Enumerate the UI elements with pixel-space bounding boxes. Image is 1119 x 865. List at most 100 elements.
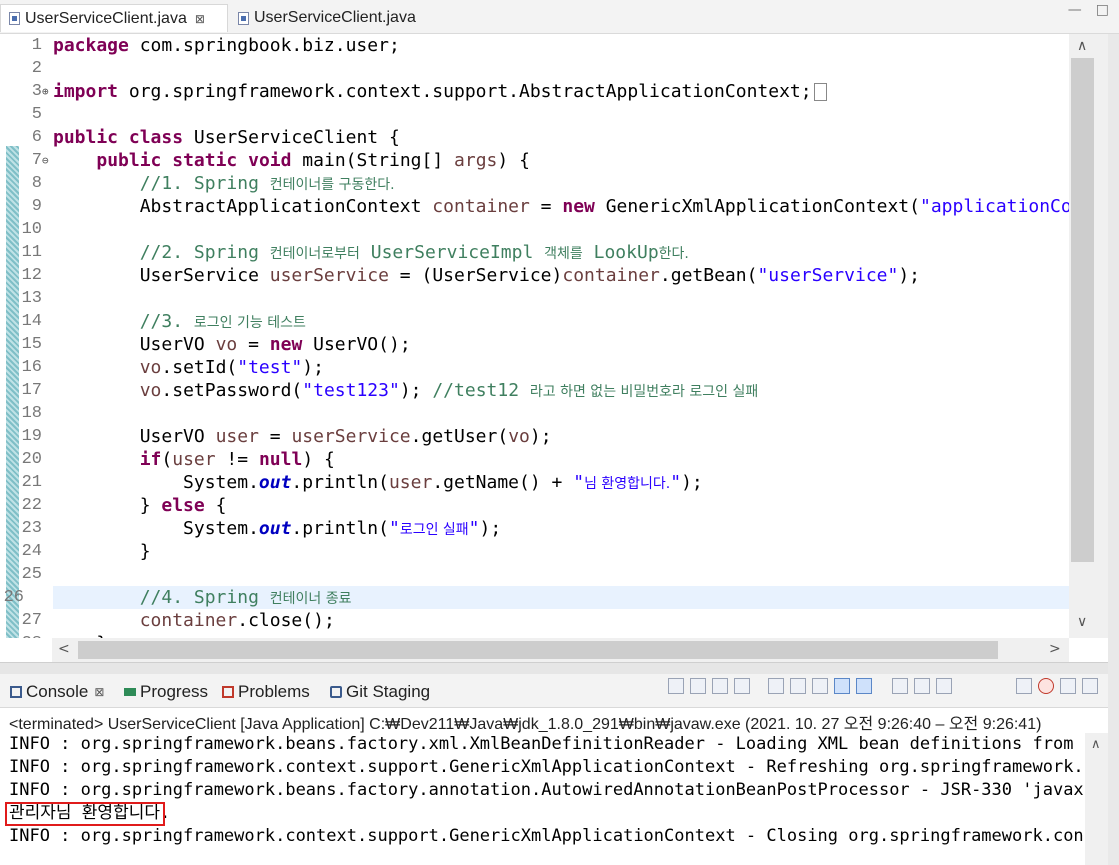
display-selected-console-icon[interactable] [914,678,930,694]
line-number: 11 [21,243,42,262]
line-number: 3 [31,82,42,101]
code-line[interactable]: 3 ⊕ import org.springframework.context.sup… [0,80,1070,103]
line-number: 19 [21,427,42,446]
line-number: 24 [21,542,42,561]
code-line[interactable]: 8 //1. Spring 컨테이너를 구동한다. [0,172,1070,195]
code-line[interactable]: 16 vo.setId("test"); [0,356,1070,379]
scroll-left-icon[interactable]: < [58,641,70,657]
code-text: package com.springbook.biz.user; [53,35,400,56]
line-number: 26 [3,588,24,607]
show-on-stderr-icon[interactable] [856,678,872,694]
remove-all-terminated-icon[interactable] [734,678,750,694]
terminate-icon[interactable] [690,678,706,694]
code-line[interactable]: 17 vo.setPassword("test123"); //test12 라… [0,379,1070,402]
line-number: 20 [21,450,42,469]
console-output[interactable]: INFO : org.springframework.beans.factory… [0,733,1084,865]
line-number: 13 [21,289,42,308]
code-line[interactable]: 27 container.close(); [0,609,1070,632]
fold-toggle-icon[interactable]: ⊖ [42,149,49,172]
code-text: UserVO vo = new UserVO(); [53,334,411,355]
open-console-icon[interactable] [936,678,952,694]
scroll-right-icon[interactable]: > [1049,641,1061,657]
code-line[interactable]: 14 //3. 로그인 기능 테스트 [0,310,1070,333]
view-splitter[interactable] [0,662,1119,674]
code-line[interactable]: 7 ⊖ public static void main(String[] args… [0,149,1070,172]
code-line[interactable]: 25 [0,563,1070,586]
editor-horizontal-scroll-thumb[interactable] [78,641,998,659]
console-toolbar-4 [1016,678,1098,694]
editor-tab-bar: UserServiceClient.java ⊠ UserServiceClie… [0,0,1119,34]
word-wrap-icon[interactable] [812,678,828,694]
tab-git-staging-label: Git Staging [346,682,431,701]
tab-console-label: Console [26,682,89,701]
highlight-box [5,802,165,826]
console-toolbar-3 [892,678,952,694]
remove-launch-icon[interactable] [712,678,728,694]
editor-vertical-scroll-thumb[interactable] [1071,58,1094,562]
code-text: public class UserServiceClient { [53,127,400,148]
code-text: //4. Spring 컨테이너 종료 [139,587,352,608]
code-text: } [53,541,151,562]
code-line[interactable]: 12 UserService userService = (UserServic… [0,264,1070,287]
console-status: <terminated> UserServiceClient [Java App… [9,716,1042,733]
scroll-up-icon[interactable]: ∧ [1091,737,1101,752]
code-line[interactable]: 20 if(user != null) { [0,448,1070,471]
code-line[interactable]: 2 [0,57,1070,80]
tab-problems-label: Problems [238,682,310,701]
code-line[interactable]: 21 System.out.println(user.getName() + "… [0,471,1070,494]
code-line[interactable]: 23 System.out.println("로그인 실패"); [0,517,1070,540]
line-number: 9 [31,197,42,216]
code-line[interactable]: 10 [0,218,1070,241]
code-text: public static void main(String[] args) { [96,150,530,171]
code-line[interactable]: 18 [0,402,1070,425]
console-toolbar [668,678,750,694]
line-number: 28 [18,632,42,638]
scroll-down-icon[interactable]: ∨ [1077,614,1087,630]
minimize-view-icon[interactable] [1060,678,1076,694]
code-line[interactable]: 9 AbstractApplicationContext container =… [0,195,1108,218]
editor-tab-userserviceclient[interactable]: UserServiceClient.java [232,4,448,32]
scroll-lock-icon[interactable] [790,678,806,694]
code-line[interactable]: 6 public class UserServiceClient { [0,126,1070,149]
code-line[interactable]: 11 //2. Spring 컨테이너로부터 UserServiceImpl 객… [0,241,1070,264]
maximize-icon[interactable]: □ [1096,2,1109,18]
close-icon[interactable]: ⊠ [195,12,205,26]
code-text: UserVO user = userService.getUser(vo); [53,426,552,447]
close-icon[interactable]: ⊠ [94,685,104,699]
code-text: vo.setPassword("test123"); //test12 라고 하… [139,380,759,401]
code-line[interactable]: 13 [0,287,1070,310]
code-line[interactable]: 15 UserVO vo = new UserVO(); [0,333,1070,356]
eclipse-marketplace-icon[interactable] [1038,678,1054,694]
code-text: import org.springframework.context.suppo… [53,80,827,103]
code-editor[interactable]: 1 package com.springbook.biz.user; 2 3 ⊕ impo… [0,34,1108,638]
code-line[interactable]: 5 [0,103,1070,126]
pin-console-icon[interactable] [892,678,908,694]
maximize-view-icon[interactable] [1082,678,1098,694]
relaunch-icon[interactable] [668,678,684,694]
code-line[interactable]: 19 UserVO user = userService.getUser(vo)… [0,425,1070,448]
java-file-icon [238,11,249,25]
code-line[interactable]: 24 } [0,540,1070,563]
code-line[interactable]: 1 package com.springbook.biz.user; [0,34,1070,57]
line-number: 8 [31,174,42,193]
scroll-up-icon[interactable]: ∧ [1077,38,1087,54]
console-settings-icon[interactable] [1016,678,1032,694]
line-number: 1 [31,36,42,55]
console-line: INFO : org.springframework.context.suppo… [9,757,1084,777]
minimize-icon[interactable]: — [1068,2,1082,18]
tab-console[interactable]: Console ⊠ [10,679,104,705]
show-on-stdout-icon[interactable] [834,678,850,694]
window-right-edge [1108,34,1119,865]
console-vertical-scrollbar[interactable]: ∧ [1085,733,1109,865]
line-number: 17 [21,381,42,400]
editor-tab-userserviceclient-active[interactable]: UserServiceClient.java ⊠ [0,4,228,32]
window-buttons: — □ [1068,2,1109,18]
tab-git-staging[interactable]: Git Staging [330,679,430,705]
clear-console-icon[interactable] [768,678,784,694]
code-line[interactable]: 22 } else { [0,494,1070,517]
tab-progress[interactable]: Progress [124,679,208,705]
tab-problems[interactable]: Problems [222,679,310,705]
code-text: } else { [53,495,227,516]
current-code-line[interactable]: 26 //4. Spring 컨테이너 종료 [4,586,1070,609]
fold-toggle-icon[interactable]: ⊕ [42,80,49,103]
